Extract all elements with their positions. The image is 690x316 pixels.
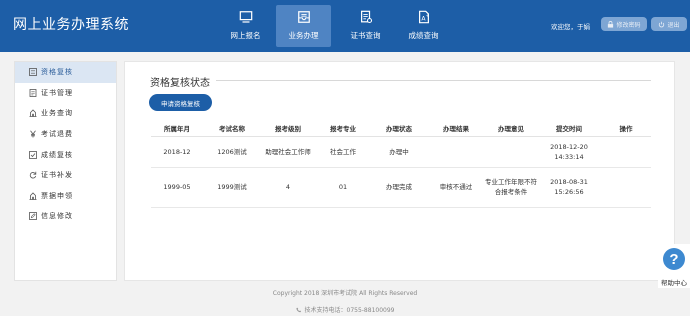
review-status-table: 所属年月 考试名称 报考级别 报考专业 办理状态 办理结果 办理意见 提交时间 … bbox=[151, 120, 651, 208]
nav-online-registration[interactable]: 网上报名 bbox=[218, 5, 273, 47]
building-icon bbox=[29, 192, 37, 200]
apply-qualification-review-button[interactable]: 申请资格复核 bbox=[149, 94, 212, 111]
refresh-icon bbox=[29, 172, 37, 179]
sidebar-item-label: 信息修改 bbox=[41, 212, 73, 221]
nav-label: 网上报名 bbox=[230, 31, 261, 40]
table-cell: 办理中 bbox=[371, 136, 427, 168]
table-row: 2018-12 1206测试 助理社会工作师 社会工作 办理中 2018-12-… bbox=[151, 136, 651, 168]
site-title: 网上业务办理系统 bbox=[13, 17, 129, 33]
table-cell: 01 bbox=[315, 167, 371, 208]
list-icon bbox=[29, 68, 37, 77]
table-cell bbox=[427, 136, 485, 168]
table-cell: 4 bbox=[261, 167, 315, 208]
table-cell: 2018-12-20 14:33:14 bbox=[537, 136, 601, 168]
sidebar-item-label: 证书管理 bbox=[41, 88, 73, 97]
sidebar-item-business-query[interactable]: 业务查询 bbox=[15, 103, 116, 124]
logout-label: 退出 bbox=[667, 21, 680, 29]
nav-business[interactable]: 业务办理 bbox=[276, 5, 331, 47]
lock-icon bbox=[608, 20, 614, 28]
sidebar-item-info-edit[interactable]: 信息修改 bbox=[15, 206, 116, 227]
sidebar-item-receipt-request[interactable]: 票据申领 bbox=[15, 186, 116, 207]
sidebar-item-label: 证书补发 bbox=[41, 171, 73, 180]
welcome-text: 欢迎您，于娟 bbox=[551, 23, 590, 31]
table-cell: 1999测试 bbox=[203, 167, 261, 208]
column-header: 考试名称 bbox=[203, 120, 261, 137]
top-header: 网上业务办理系统 网上报名 业务办理 证书查询 A + 成绩查询 欢迎您，于娟 修… bbox=[0, 0, 690, 52]
nav-label: 业务办理 bbox=[288, 31, 319, 40]
table-cell-action[interactable] bbox=[601, 136, 651, 168]
power-icon bbox=[659, 21, 665, 27]
support-line: 技术支持电话：0755-88100099 bbox=[295, 305, 395, 314]
table-cell: 社会工作 bbox=[315, 136, 371, 168]
column-header: 提交时间 bbox=[537, 120, 601, 137]
title-divider bbox=[216, 80, 651, 81]
main-nav: 网上报名 业务办理 证书查询 A + 成绩查询 bbox=[218, 5, 454, 47]
table-header-row: 所属年月 考试名称 报考级别 报考专业 办理状态 办理结果 办理意见 提交时间 … bbox=[151, 120, 651, 137]
nav-label: 成绩查询 bbox=[408, 31, 439, 40]
sidebar-item-certificate-reissue[interactable]: 证书补发 bbox=[15, 165, 116, 186]
column-header: 报考专业 bbox=[315, 120, 371, 137]
column-header: 办理状态 bbox=[371, 120, 427, 137]
column-header: 操作 bbox=[601, 120, 651, 137]
table-cell: 专业工作年限不符合报考条件 bbox=[485, 167, 537, 208]
sidebar-item-label: 业务查询 bbox=[41, 109, 73, 118]
sidebar-item-qualification-review[interactable]: 资格复核 bbox=[15, 62, 116, 83]
document-icon bbox=[29, 88, 37, 97]
sidebar-item-label: 票据申领 bbox=[41, 191, 73, 200]
footer: Copyright 2018 深圳市考试院 All Rights Reserve… bbox=[0, 288, 690, 315]
table-cell: 2018-08-31 15:26:56 bbox=[537, 167, 601, 208]
table-cell: 审核不通过 bbox=[427, 167, 485, 208]
table-cell bbox=[485, 136, 537, 168]
table-cell: 办理完成 bbox=[371, 167, 427, 208]
table-row: 1999-05 1999测试 4 01 办理完成 审核不通过 专业工作年限不符合… bbox=[151, 167, 651, 208]
support-phone-text: 技术支持电话：0755-88100099 bbox=[304, 307, 395, 314]
svg-text:+: + bbox=[425, 13, 429, 19]
sidebar-item-label: 资格复核 bbox=[41, 68, 73, 77]
nav-grade-query[interactable]: A + 成绩查询 bbox=[396, 5, 451, 47]
sidebar-item-exam-refund[interactable]: 考试退费 bbox=[15, 124, 116, 145]
monitor-icon bbox=[239, 11, 252, 23]
help-center-label: 帮助中心 bbox=[661, 279, 687, 287]
yen-icon bbox=[30, 130, 36, 138]
change-password-button[interactable]: 修改密码 bbox=[601, 17, 647, 31]
sidebar-item-label: 成绩复核 bbox=[41, 150, 73, 159]
main-panel: 资格复核状态 申请资格复核 所属年月 考试名称 报考级别 报考专业 办理状态 办… bbox=[124, 61, 675, 281]
inbox-icon bbox=[297, 11, 310, 23]
certificate-icon bbox=[360, 10, 372, 24]
table-cell: 1999-05 bbox=[151, 167, 203, 208]
table-cell: 2018-12 bbox=[151, 136, 203, 168]
section-title: 资格复核状态 bbox=[150, 78, 210, 89]
edit-icon bbox=[29, 212, 37, 221]
nav-certificate-query[interactable]: 证书查询 bbox=[338, 5, 393, 47]
sidebar: 资格复核 证书管理 业务查询 考试退费 成绩复核 证书补发 票据申领 信息修改 bbox=[14, 61, 117, 281]
sidebar-item-label: 考试退费 bbox=[41, 130, 73, 139]
table-cell: 助理社会工作师 bbox=[261, 136, 315, 168]
copyright-text: Copyright 2018 深圳市考试院 All Rights Reserve… bbox=[272, 290, 418, 297]
building-icon bbox=[29, 109, 37, 118]
table-cell: 1206测试 bbox=[203, 136, 261, 168]
question-icon: ? bbox=[663, 248, 685, 270]
column-header: 所属年月 bbox=[151, 120, 203, 137]
column-header: 报考级别 bbox=[261, 120, 315, 137]
table-cell-action[interactable] bbox=[601, 167, 651, 208]
check-box-icon bbox=[29, 150, 37, 159]
sidebar-item-grade-review[interactable]: 成绩复核 bbox=[15, 144, 116, 165]
phone-icon bbox=[295, 307, 301, 312]
help-center-widget[interactable]: ? 帮助中心 bbox=[658, 244, 690, 288]
column-header: 办理结果 bbox=[427, 120, 485, 137]
change-password-label: 修改密码 bbox=[616, 21, 641, 29]
column-header: 办理意见 bbox=[485, 120, 537, 137]
nav-label: 证书查询 bbox=[350, 31, 381, 40]
logout-button[interactable]: 退出 bbox=[651, 17, 687, 31]
grade-icon: A + bbox=[418, 10, 429, 24]
sidebar-item-certificate-management[interactable]: 证书管理 bbox=[15, 83, 116, 104]
